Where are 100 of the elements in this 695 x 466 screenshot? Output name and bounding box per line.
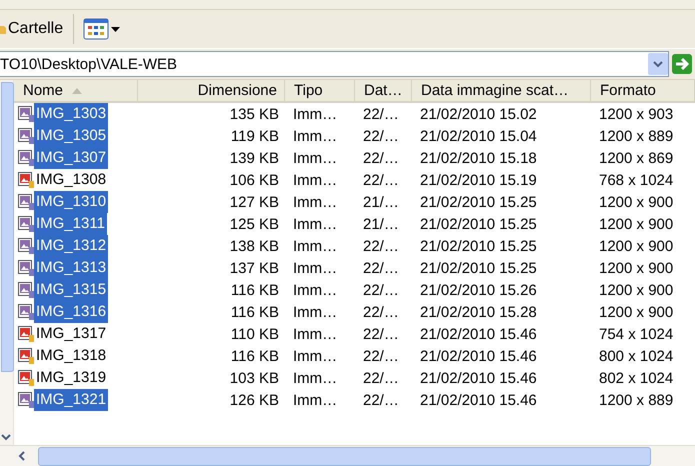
table-cell: 1200 x 889	[599, 128, 674, 144]
table-cell: 1200 x 900	[599, 304, 674, 320]
image-file-icon	[18, 282, 34, 298]
table-cell: 1200 x 900	[599, 194, 674, 210]
table-cell: 21/02/2010 15.02	[420, 106, 537, 122]
table-cell: 110 KB	[230, 326, 279, 342]
table-cell: 21/02/2010 15.25	[420, 238, 537, 254]
table-cell: 21/02/2010 15.18	[420, 150, 537, 166]
file-name[interactable]: IMG_1319	[34, 367, 108, 389]
file-name[interactable]: IMG_1311	[34, 213, 107, 235]
image-file-icon	[18, 348, 34, 364]
table-cell: Imm…	[293, 304, 338, 320]
image-file-icon	[18, 304, 34, 320]
file-name[interactable]: IMG_1303	[34, 103, 108, 125]
table-cell: Imm…	[293, 348, 338, 364]
dropdown-icon[interactable]	[648, 51, 669, 77]
table-cell: 127 KB	[230, 194, 279, 210]
table-cell: 22/…	[363, 128, 399, 144]
file-name[interactable]: IMG_1308	[34, 169, 108, 191]
table-cell: Imm…	[293, 370, 338, 386]
file-name[interactable]: IMG_1307	[34, 147, 108, 169]
image-file-icon	[18, 370, 34, 386]
table-cell: 22/…	[363, 326, 399, 342]
column-header[interactable]: Nome	[14, 80, 138, 101]
column-header[interactable]: Data immagine scat…	[412, 80, 591, 101]
table-cell: Imm…	[293, 172, 338, 188]
image-file-icon	[18, 194, 34, 210]
table-cell: 1200 x 900	[599, 216, 674, 232]
table-cell: 1200 x 889	[599, 392, 674, 408]
file-name[interactable]: IMG_1310	[34, 191, 108, 213]
file-name[interactable]: IMG_1315	[34, 279, 108, 301]
table-cell: 137 KB	[230, 260, 279, 276]
table-cell: 21/02/2010 15.04	[420, 128, 537, 144]
table-cell: Imm…	[293, 128, 338, 144]
table-cell: 22/…	[363, 370, 399, 386]
table-cell: Imm…	[293, 194, 338, 210]
table-cell: 106 KB	[230, 172, 279, 188]
table-cell: 754 x 1024	[599, 326, 674, 342]
table-cell: 21/02/2010 15.46	[420, 326, 537, 342]
table-cell: 103 KB	[230, 370, 279, 386]
table-cell: 22/…	[363, 392, 399, 408]
table-cell: Imm…	[293, 326, 338, 342]
table-cell: 21/02/2010 15.19	[420, 172, 537, 188]
column-header[interactable]: Dat…	[355, 80, 412, 101]
table-cell: 1200 x 900	[599, 282, 674, 298]
table-cell: 21/02/2010 15.26	[420, 282, 537, 298]
address-field[interactable]: TO10\Desktop\VALE-WEB	[0, 51, 648, 77]
table-cell: 21/…	[363, 194, 399, 210]
table-cell: Imm…	[293, 392, 338, 408]
table-cell: 22/…	[363, 304, 399, 320]
file-name[interactable]: IMG_1321	[34, 389, 108, 411]
table-cell: 800 x 1024	[599, 348, 674, 364]
column-header[interactable]: Formato	[591, 80, 695, 101]
table-cell: 21/02/2010 15.46	[420, 370, 537, 386]
table-cell: 116 KB	[230, 282, 279, 298]
table-cell: Imm…	[293, 238, 338, 254]
file-name[interactable]: IMG_1312	[34, 235, 108, 257]
file-name[interactable]: IMG_1313	[34, 257, 108, 279]
folders-button[interactable]: Cartelle	[8, 20, 70, 38]
table-cell: Imm…	[293, 106, 338, 122]
file-name[interactable]: IMG_1316	[34, 301, 108, 323]
table-cell: 119 KB	[230, 128, 279, 144]
column-header[interactable]: Dimensione	[138, 80, 285, 101]
file-name[interactable]: IMG_1317	[34, 323, 108, 345]
table-cell: 21/02/2010 15.28	[420, 304, 537, 320]
table-cell: 22/…	[363, 260, 399, 276]
table-cell: 1200 x 903	[599, 106, 674, 122]
image-file-icon	[18, 326, 34, 342]
table-cell: 139 KB	[230, 150, 279, 166]
table-cell: 116 KB	[230, 304, 279, 320]
table-cell: 126 KB	[230, 392, 279, 408]
column-header[interactable]: Tipo	[285, 80, 355, 101]
table-cell: 21/02/2010 15.46	[420, 392, 537, 408]
scrollbar-thumb[interactable]	[1, 82, 14, 372]
table-cell: 22/…	[363, 282, 399, 298]
table-cell: 21/02/2010 15.25	[420, 194, 537, 210]
image-file-icon	[18, 238, 34, 254]
table-cell: Imm…	[293, 150, 338, 166]
file-name[interactable]: IMG_1318	[34, 345, 108, 367]
table-cell: 1200 x 900	[599, 260, 674, 276]
image-file-icon	[18, 150, 34, 166]
sort-arrow-icon	[71, 86, 84, 94]
table-cell: 116 KB	[230, 348, 279, 364]
table-cell: 22/…	[363, 172, 399, 188]
table-cell: 135 KB	[230, 106, 279, 122]
table-cell: 21/…	[363, 216, 399, 232]
table-cell: 21/02/2010 15.25	[420, 216, 537, 232]
views-button[interactable]	[83, 18, 122, 40]
table-cell: 22/…	[363, 348, 399, 364]
table-cell: Imm…	[293, 260, 338, 276]
scroll-down-icon[interactable]	[1, 433, 11, 441]
table-cell: 22/…	[363, 238, 399, 254]
table-cell: 1200 x 869	[599, 150, 674, 166]
table-cell: 138 KB	[230, 238, 279, 254]
table-cell: 1200 x 900	[599, 238, 674, 254]
table-cell: Imm…	[293, 216, 338, 232]
file-name[interactable]: IMG_1305	[34, 125, 108, 147]
table-cell: 22/…	[363, 106, 399, 122]
scrollbar-thumb[interactable]	[38, 446, 651, 466]
image-file-icon	[18, 392, 34, 408]
